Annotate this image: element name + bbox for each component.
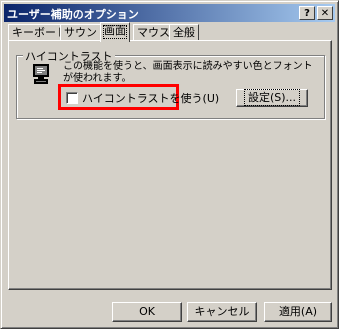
high-contrast-description: この機能を使うと、画面表示に読みやすい色とフォントが使われます。 — [63, 61, 313, 84]
settings-button-label: 設定(S)... — [243, 89, 301, 106]
use-high-contrast-checkbox[interactable] — [66, 92, 78, 104]
title-bar[interactable]: ユーザー補助のオプション ? ✕ — [4, 4, 335, 22]
use-high-contrast-label[interactable]: ハイコントラストを使う(U) — [82, 90, 219, 106]
close-icon[interactable]: ✕ — [317, 6, 333, 20]
settings-button[interactable]: 設定(S)... — [236, 89, 308, 107]
ok-button[interactable]: OK — [112, 302, 182, 322]
apply-button[interactable]: 適用(A) — [264, 302, 332, 322]
window-title: ユーザー補助のオプション — [7, 8, 139, 21]
tab-display[interactable]: 画面 — [100, 22, 130, 42]
help-icon[interactable]: ? — [299, 6, 315, 20]
high-contrast-monitor-icon — [32, 63, 50, 85]
cancel-button[interactable]: キャンセル — [187, 302, 257, 322]
tab-general[interactable]: 全般 — [169, 24, 199, 41]
tab-mouse[interactable]: マウス — [133, 24, 174, 41]
